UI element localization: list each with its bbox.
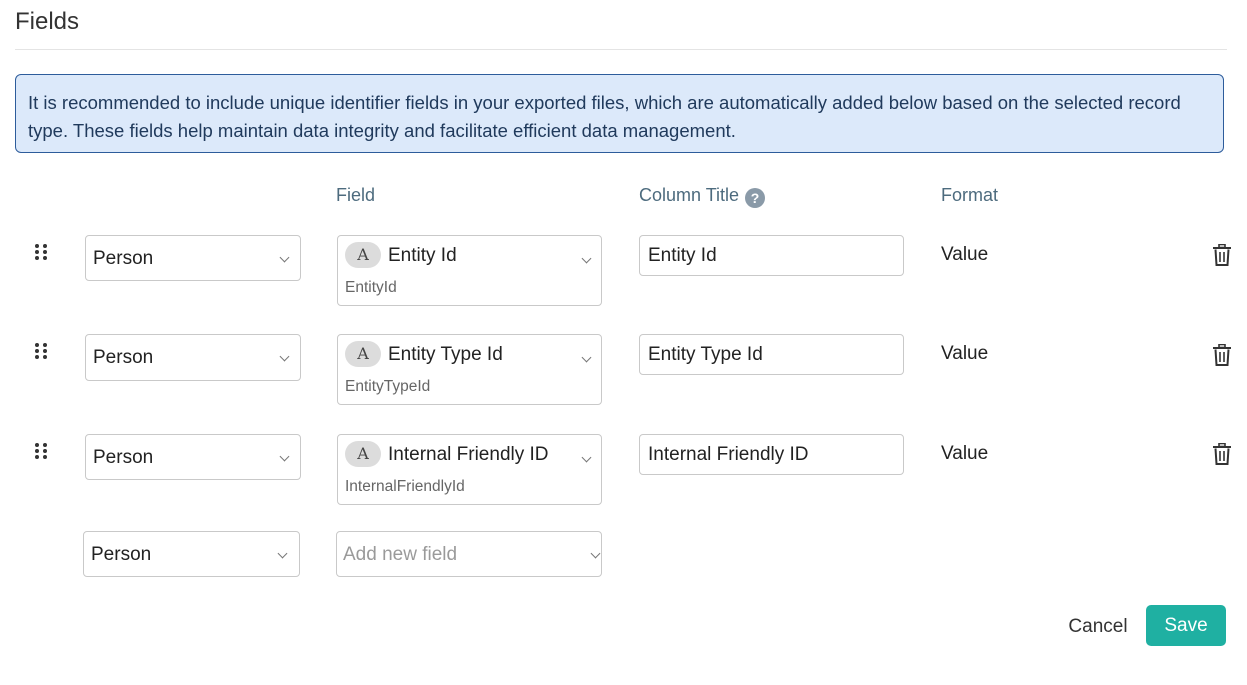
field-key: EntityId xyxy=(345,279,397,296)
record-type-select[interactable]: Person xyxy=(85,434,301,480)
text-type-icon: A xyxy=(345,341,381,367)
column-title-input[interactable] xyxy=(639,334,904,375)
field-key: EntityTypeId xyxy=(345,378,431,395)
format-column-header: Format xyxy=(941,185,999,205)
field-label: Internal Friendly ID xyxy=(388,444,549,465)
drag-handle-icon[interactable] xyxy=(35,244,49,260)
field-key: InternalFriendlyId xyxy=(345,478,465,495)
record-type-select[interactable]: Person xyxy=(85,334,301,381)
add-new-field-select[interactable]: Add new field xyxy=(336,531,602,577)
field-select[interactable]: A Entity Type Id EntityTypeId xyxy=(337,334,602,405)
field-label: Entity Type Id xyxy=(388,344,503,365)
column-title-input[interactable] xyxy=(639,434,904,475)
record-type-value: Person xyxy=(93,447,154,468)
chevron-down-icon xyxy=(279,252,290,263)
chevron-down-icon xyxy=(279,451,290,462)
info-banner: It is recommended to include unique iden… xyxy=(15,74,1224,153)
field-select[interactable]: A Internal Friendly ID InternalFriendlyI… xyxy=(337,434,602,505)
record-type-select[interactable]: Person xyxy=(85,235,301,281)
trash-icon[interactable] xyxy=(1212,244,1232,266)
question-circle-icon[interactable]: ? xyxy=(745,188,766,208)
text-type-icon: A xyxy=(345,441,381,467)
column-title-header-label: Column Title xyxy=(639,185,740,205)
text-type-icon: A xyxy=(345,242,381,268)
drag-handle-icon[interactable] xyxy=(35,443,49,459)
add-new-field-placeholder: Add new field xyxy=(343,544,458,565)
new-record-type-select[interactable]: Person xyxy=(83,531,300,577)
record-type-value: Person xyxy=(93,347,154,368)
record-type-value: Person xyxy=(93,248,154,269)
record-type-value: Person xyxy=(91,544,152,565)
format-value: Value xyxy=(941,343,989,364)
field-column-header: Field xyxy=(336,185,376,205)
title-divider xyxy=(15,49,1227,50)
format-value: Value xyxy=(941,443,989,464)
chevron-down-icon xyxy=(581,452,592,463)
chevron-down-icon xyxy=(279,351,290,362)
save-button[interactable]: Save xyxy=(1146,605,1226,646)
chevron-down-icon xyxy=(277,548,288,559)
trash-icon[interactable] xyxy=(1212,344,1232,366)
page-title: Fields xyxy=(15,8,80,35)
column-title-header: Column Title? xyxy=(639,185,766,208)
trash-icon[interactable] xyxy=(1212,443,1232,465)
drag-handle-icon[interactable] xyxy=(35,343,49,359)
chevron-down-icon xyxy=(581,352,592,363)
format-value: Value xyxy=(941,244,989,265)
cancel-button[interactable]: Cancel xyxy=(1062,607,1134,647)
field-label: Entity Id xyxy=(388,245,457,266)
field-select[interactable]: A Entity Id EntityId xyxy=(337,235,602,306)
chevron-down-icon xyxy=(581,253,592,264)
chevron-down-icon xyxy=(590,548,601,559)
column-title-input[interactable] xyxy=(639,235,904,276)
